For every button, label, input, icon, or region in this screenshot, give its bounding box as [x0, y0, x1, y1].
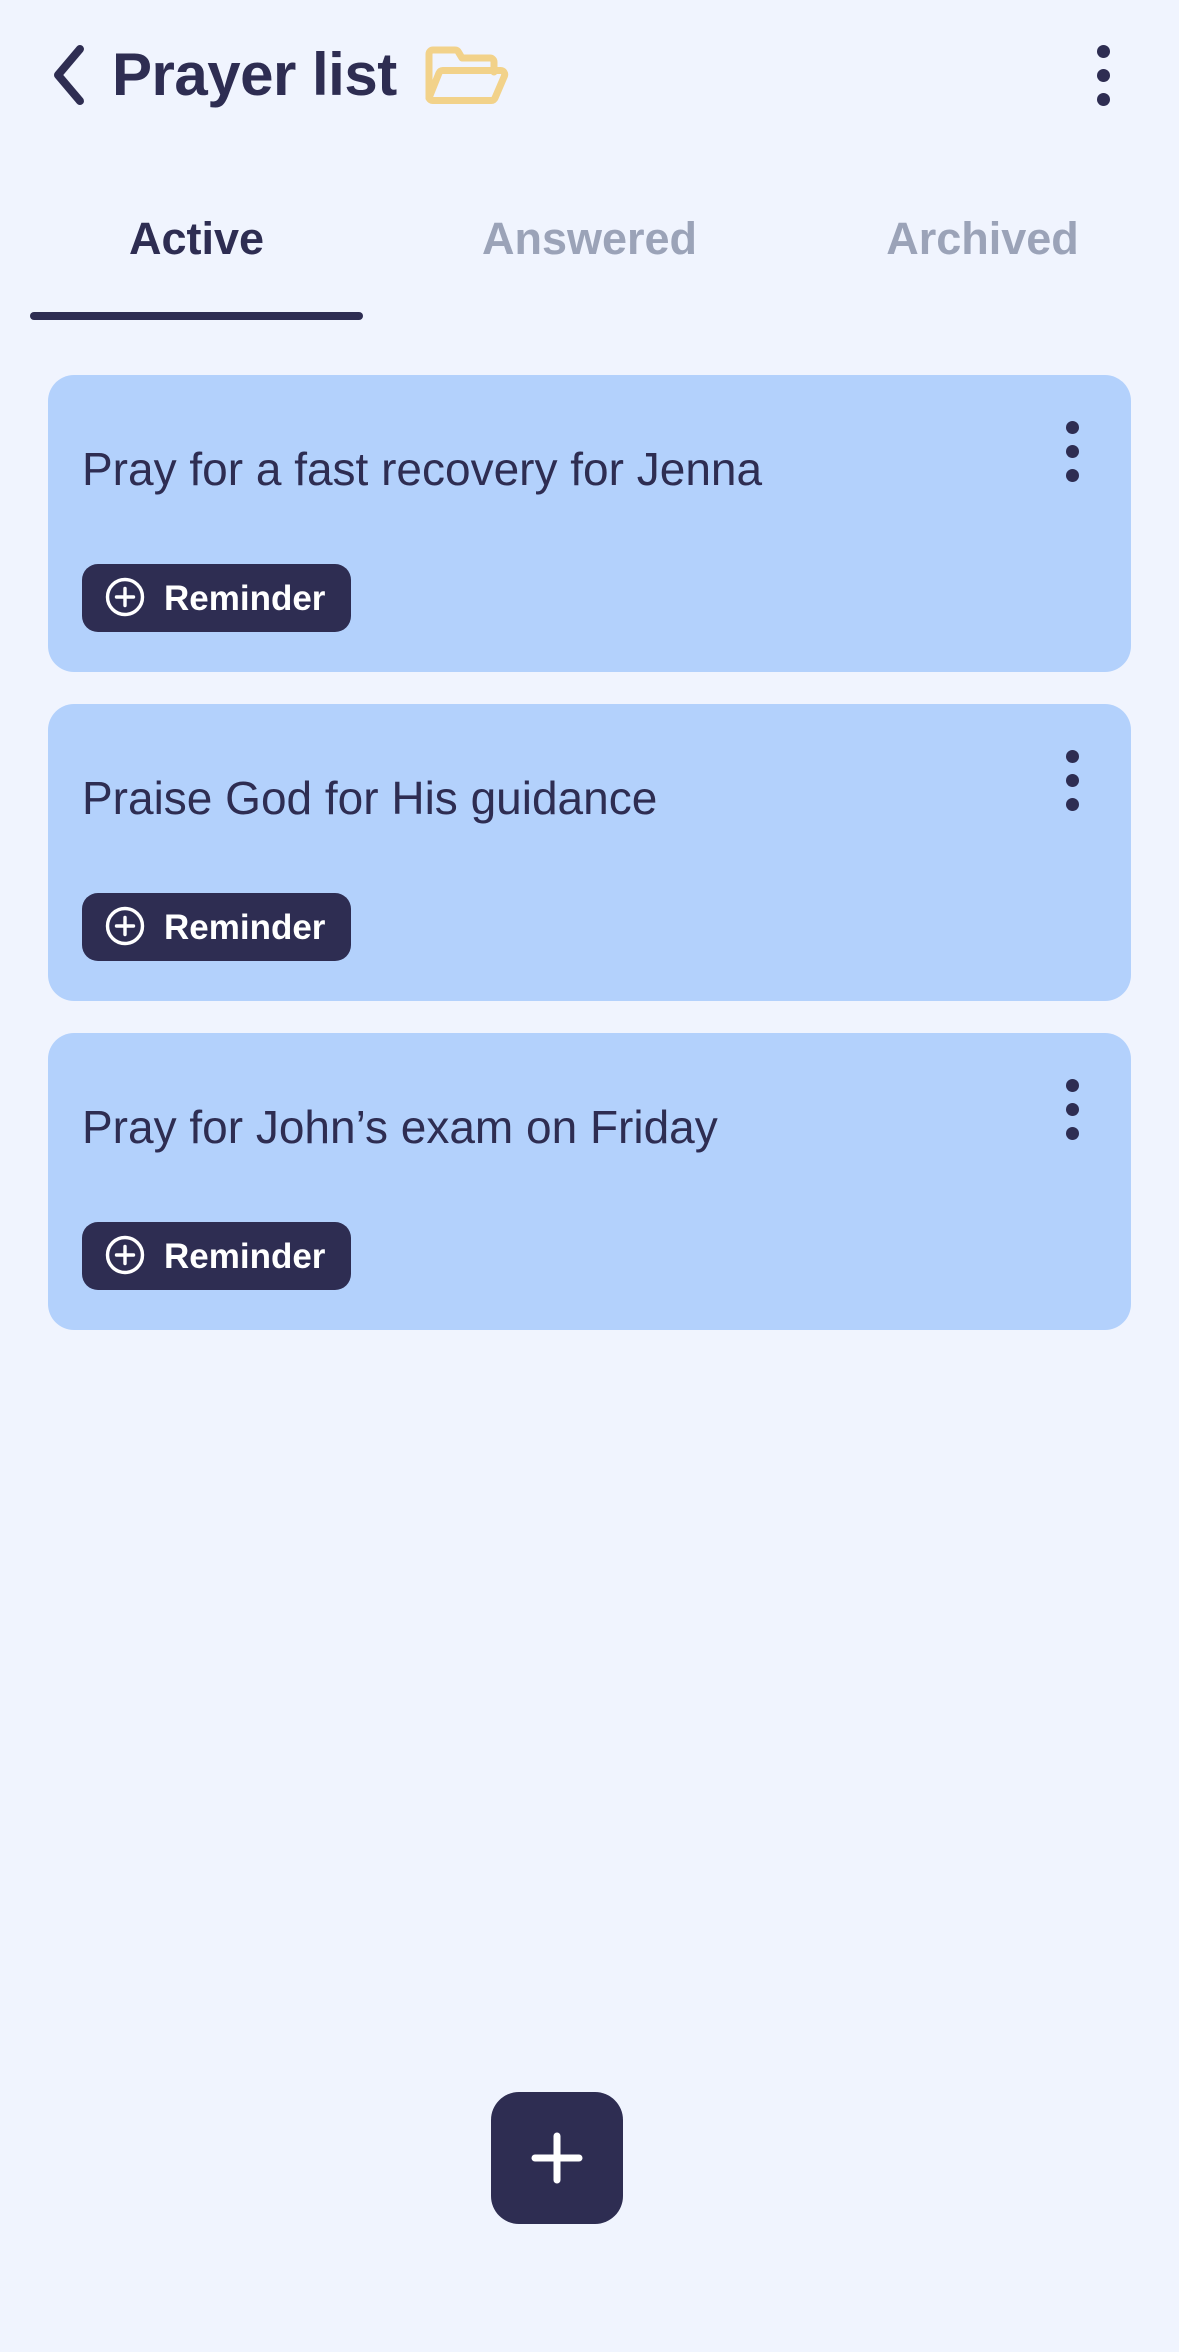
prayer-text: Pray for John’s exam on Friday	[82, 1101, 718, 1153]
add-reminder-button[interactable]: Reminder	[82, 1222, 352, 1290]
prayer-text: Praise God for His guidance	[82, 772, 658, 824]
add-prayer-fab[interactable]	[491, 2092, 623, 2224]
plus-icon	[529, 2130, 585, 2186]
prayer-overflow-menu-button[interactable]	[1041, 413, 1103, 489]
more-vertical-icon-dot	[1096, 68, 1110, 82]
add-reminder-label: Reminder	[164, 1236, 326, 1276]
more-vertical-icon	[1096, 44, 1110, 58]
header-overflow-menu-button[interactable]	[1071, 36, 1135, 114]
folder-open-icon	[423, 44, 509, 111]
tab-active[interactable]: Active	[0, 208, 393, 320]
prayer-list-screen: Prayer list Active Answered Archived Pra…	[0, 0, 1179, 2352]
tab-active-label: Active	[128, 213, 265, 264]
prayer-overflow-menu-button[interactable]	[1041, 1071, 1103, 1147]
more-vertical-icon-dot	[1096, 92, 1110, 106]
add-reminder-label: Reminder	[164, 578, 326, 618]
prayer-text: Pray for a fast recovery for Jenna	[82, 443, 763, 495]
add-reminder-button[interactable]: Reminder	[82, 893, 352, 961]
add-reminder-button[interactable]: Reminder	[82, 564, 352, 632]
tab-answered-label: Answered	[481, 213, 698, 264]
more-vertical-icon-dot	[1065, 468, 1079, 482]
back-button[interactable]	[48, 36, 100, 114]
add-reminder-label: Reminder	[164, 907, 326, 947]
tab-archived[interactable]: Archived	[786, 208, 1179, 320]
tab-archived-label: Archived	[886, 213, 1079, 264]
more-vertical-icon	[1065, 1078, 1079, 1092]
prayer-card[interactable]: Pray for a fast recovery for Jenna Remin…	[48, 375, 1131, 672]
more-vertical-icon-dot	[1065, 1102, 1079, 1116]
page-title: Prayer list	[112, 41, 397, 108]
prayer-overflow-menu-button[interactable]	[1041, 742, 1103, 818]
plus-circle-icon	[104, 1234, 146, 1279]
app-header: Prayer list	[0, 0, 1179, 150]
prayer-card-list: Pray for a fast recovery for Jenna Remin…	[48, 375, 1131, 1362]
more-vertical-icon-dot	[1065, 1126, 1079, 1140]
tab-answered[interactable]: Answered	[393, 208, 786, 320]
more-vertical-icon	[1065, 420, 1079, 434]
tab-bar: Active Answered Archived	[0, 208, 1179, 320]
tab-active-indicator	[30, 312, 363, 320]
more-vertical-icon	[1065, 749, 1079, 763]
prayer-card[interactable]: Pray for John’s exam on Friday Reminder	[48, 1033, 1131, 1330]
title-group: Prayer list	[112, 40, 1071, 111]
plus-circle-icon	[104, 905, 146, 950]
prayer-card[interactable]: Praise God for His guidance Reminder	[48, 704, 1131, 1001]
more-vertical-icon-dot	[1065, 444, 1079, 458]
more-vertical-icon-dot	[1065, 773, 1079, 787]
more-vertical-icon-dot	[1065, 797, 1079, 811]
chevron-left-icon	[48, 43, 88, 107]
plus-circle-icon	[104, 576, 146, 621]
